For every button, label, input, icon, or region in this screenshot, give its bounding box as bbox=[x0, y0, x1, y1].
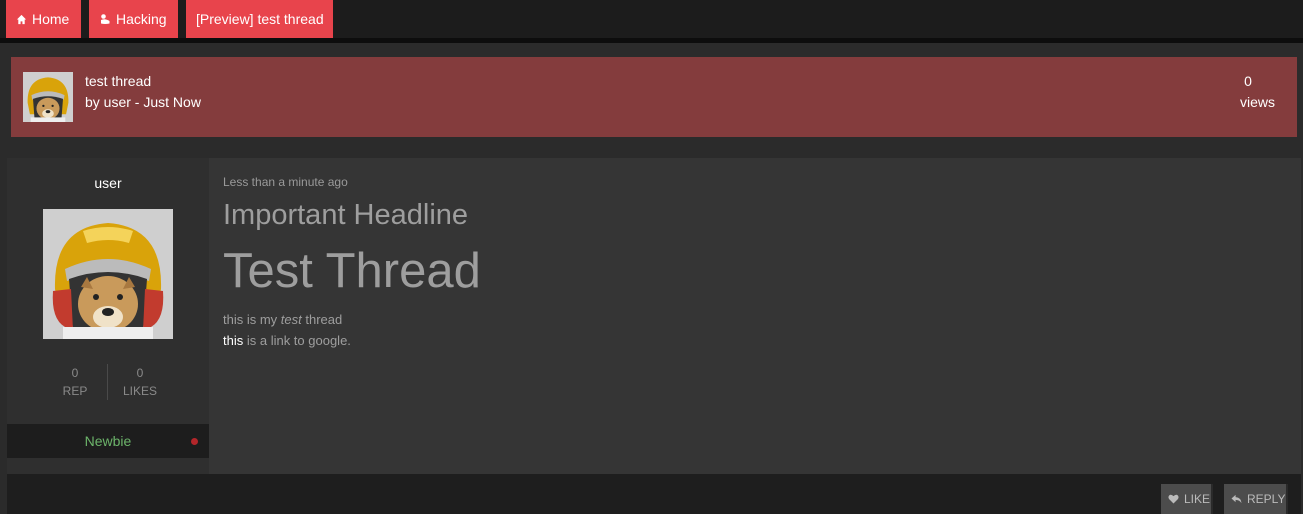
likes-stat: 0 LIKES bbox=[110, 366, 170, 398]
post-emphasis: test bbox=[280, 312, 302, 327]
post-actions-bar: LIKE REPLY bbox=[7, 474, 1301, 514]
doge-astronaut-avatar-small bbox=[23, 72, 73, 122]
nav-home-label: Home bbox=[32, 11, 70, 27]
online-status-dot bbox=[191, 438, 198, 445]
like-button[interactable]: LIKE bbox=[1161, 484, 1213, 514]
reply-icon bbox=[1231, 494, 1242, 504]
author-username[interactable]: user bbox=[7, 175, 209, 191]
views-count: 0 bbox=[1244, 73, 1252, 89]
author-rank: Newbie bbox=[84, 433, 132, 449]
nav-hacking-label: Hacking bbox=[116, 11, 167, 27]
hacking-icon bbox=[99, 13, 111, 25]
nav-divider bbox=[0, 38, 1303, 43]
post-title: Test Thread bbox=[223, 244, 481, 298]
nav-hacking-button[interactable]: Hacking bbox=[89, 0, 178, 38]
likes-count: 0 bbox=[136, 366, 144, 380]
thread-author-avatar[interactable] bbox=[23, 72, 73, 122]
post-timestamp: Less than a minute ago bbox=[223, 175, 348, 189]
nav-home-button[interactable]: Home bbox=[6, 0, 81, 38]
home-icon bbox=[16, 14, 27, 25]
post-author-sidebar: user 0 REP 0 LIKES Newbie bbox=[7, 158, 209, 474]
post-text: thread bbox=[301, 312, 343, 327]
stat-divider bbox=[107, 364, 108, 400]
reply-label: REPLY bbox=[1247, 492, 1286, 506]
heart-icon bbox=[1168, 494, 1179, 504]
thread-header: test thread by user - Just Now 0 views bbox=[11, 57, 1297, 137]
nav-preview-thread-button[interactable]: [Preview] test thread bbox=[186, 0, 333, 38]
post: user 0 REP 0 LIKES Newbie Less than a mi… bbox=[7, 158, 1301, 514]
thread-byline: by user - Just Now bbox=[85, 94, 201, 110]
rep-stat: 0 REP bbox=[45, 366, 105, 398]
views-label: views bbox=[1239, 94, 1275, 110]
google-link[interactable]: this bbox=[223, 333, 243, 348]
like-label: LIKE bbox=[1184, 492, 1211, 506]
nav-preview-label: [Preview] test thread bbox=[196, 11, 324, 27]
likes-label: LIKES bbox=[122, 384, 158, 398]
thread-title: test thread bbox=[85, 73, 152, 89]
post-text: is a link to google. bbox=[243, 333, 351, 348]
post-text: this is my bbox=[223, 312, 281, 327]
post-content: Less than a minute ago Important Headlin… bbox=[209, 158, 1301, 474]
post-paragraph-2: this is a link to google. bbox=[223, 333, 351, 348]
rep-count: 0 bbox=[71, 366, 79, 380]
rep-label: REP bbox=[62, 384, 88, 398]
post-paragraph-1: this is my test thread bbox=[223, 312, 342, 327]
author-rank-bar: Newbie bbox=[7, 424, 209, 458]
post-headline: Important Headline bbox=[223, 199, 469, 231]
doge-astronaut-avatar bbox=[43, 209, 173, 339]
author-avatar[interactable] bbox=[43, 209, 173, 339]
reply-button[interactable]: REPLY bbox=[1224, 484, 1288, 514]
